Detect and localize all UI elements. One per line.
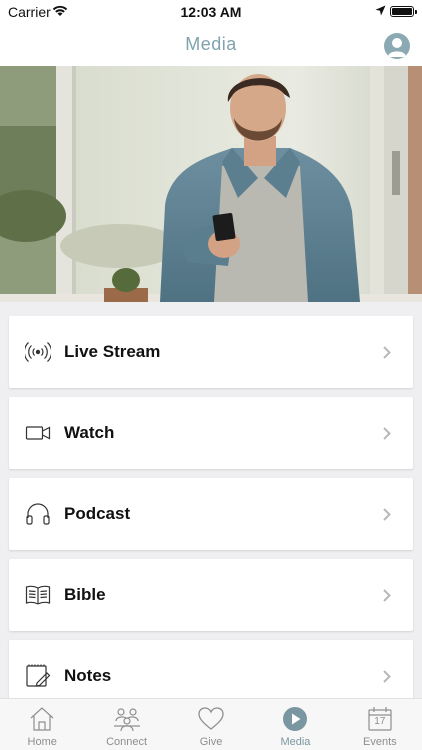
- chevron-right-icon: [383, 346, 391, 359]
- house-icon: [30, 707, 54, 731]
- tab-label: Give: [199, 736, 223, 748]
- menu-item-watch[interactable]: Watch: [9, 397, 413, 469]
- heart-icon: [198, 707, 224, 730]
- menu-item-podcast[interactable]: Podcast: [9, 478, 413, 550]
- people-icon: [113, 708, 140, 732]
- chevron-right-icon: [383, 508, 391, 521]
- tab-label: Media: [280, 736, 311, 748]
- tab-label: Home: [27, 736, 57, 748]
- tab-bar: Home Connect Give Media 17 Events: [0, 698, 422, 750]
- video-camera-icon: [25, 426, 51, 440]
- calendar-day: 17: [374, 716, 386, 727]
- man-with-phone-photo: [0, 66, 422, 302]
- hero-image: [0, 66, 422, 302]
- location-arrow-icon: [375, 5, 386, 16]
- tab-events[interactable]: 17 Events: [338, 699, 422, 750]
- clock: 12:03 AM: [180, 4, 242, 20]
- tab-label: Connect: [106, 736, 148, 748]
- tab-home[interactable]: Home: [0, 699, 84, 750]
- status-bar: Carrier 12:03 AM: [0, 0, 422, 24]
- menu-item-label: Live Stream: [64, 342, 161, 361]
- navigation-bar: Media: [0, 24, 422, 66]
- menu-item-label: Podcast: [64, 504, 131, 523]
- headphones-icon: [26, 503, 50, 525]
- tab-connect[interactable]: Connect: [84, 699, 168, 750]
- play-circle-icon: [283, 707, 308, 731]
- tab-label: Events: [363, 736, 397, 748]
- battery-icon: [390, 6, 417, 17]
- chevron-right-icon: [383, 427, 391, 440]
- person-circle-icon: [388, 38, 406, 57]
- media-menu-list: Live Stream Watch Podcast Bible Notes: [0, 302, 422, 698]
- page-title: Media: [185, 34, 237, 54]
- menu-item-label: Watch: [64, 423, 115, 442]
- open-book-icon: [25, 585, 51, 605]
- broadcast-icon: [25, 342, 51, 362]
- menu-item-live-stream[interactable]: Live Stream: [9, 316, 413, 388]
- profile-avatar-button[interactable]: [384, 33, 410, 59]
- menu-item-notes[interactable]: Notes: [9, 640, 413, 698]
- menu-item-label: Bible: [64, 585, 106, 604]
- tab-give[interactable]: Give: [169, 699, 253, 750]
- chevron-right-icon: [383, 670, 391, 683]
- notepad-icon: [26, 664, 51, 687]
- chevron-right-icon: [383, 589, 391, 602]
- tab-media[interactable]: Media: [253, 699, 337, 750]
- menu-item-bible[interactable]: Bible: [9, 559, 413, 631]
- menu-item-label: Notes: [64, 666, 112, 685]
